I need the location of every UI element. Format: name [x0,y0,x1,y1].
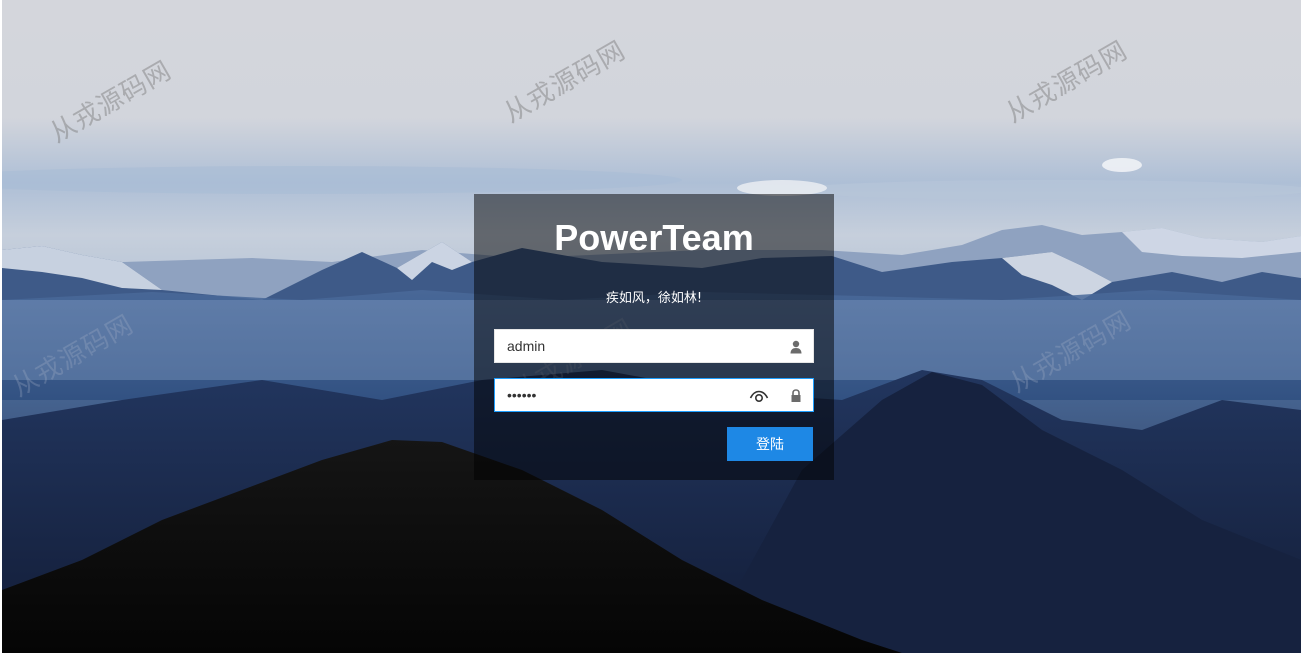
username-field [494,329,814,363]
lock-icon [788,388,804,404]
brand-title: PowerTeam [554,217,754,258]
eye-icon[interactable] [749,387,769,405]
login-button[interactable]: 登陆 [727,427,813,461]
slogan-text: 疾如风，徐如林! [605,291,703,306]
user-icon [788,339,804,355]
username-input[interactable] [495,330,747,362]
password-input[interactable] [495,379,747,411]
login-panel: PowerTeam 疾如风，徐如林! admin •••••• 登陆 [474,194,834,480]
login-page: 从戎源码网 从戎源码网 从戎源码网 从戎源码网 从戎源码网 从戎源码网 Powe… [2,0,1301,653]
password-field [494,378,814,412]
